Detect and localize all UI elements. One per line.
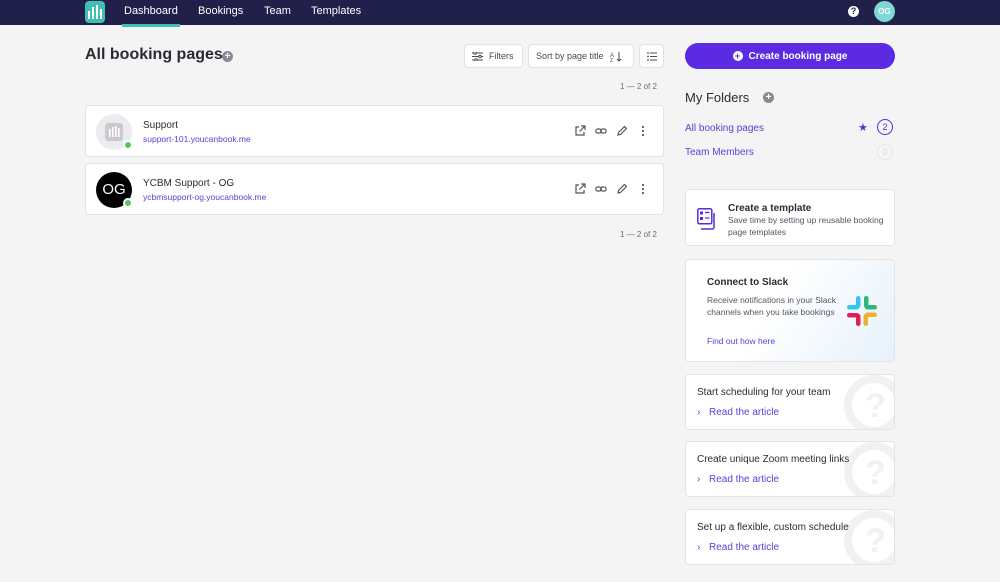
read-article-link[interactable]: › Read the article <box>697 474 779 485</box>
nav-dashboard[interactable]: Dashboard <box>122 5 180 27</box>
article-card[interactable]: ? Start scheduling for your team › Read t… <box>685 374 895 430</box>
slack-find-out-link[interactable]: Find out how here <box>707 336 775 346</box>
chevron-right-icon: › <box>697 474 701 485</box>
create-booking-page-label: Create booking page <box>748 50 848 62</box>
read-article-label: Read the article <box>709 474 780 485</box>
pagination-count-bottom: 1 — 2 of 2 <box>620 230 657 239</box>
svg-text:?: ? <box>865 522 886 560</box>
nav-team[interactable]: Team <box>264 5 291 17</box>
edit-pencil-icon[interactable] <box>616 182 628 194</box>
open-external-icon[interactable] <box>574 182 586 194</box>
status-online-indicator <box>123 140 133 150</box>
add-folder-icon[interactable]: + <box>763 92 774 103</box>
filters-label: Filters <box>489 51 514 61</box>
star-icon: ★ <box>858 122 868 134</box>
copy-link-icon[interactable] <box>595 124 607 136</box>
folder-count-badge: 2 <box>877 119 893 135</box>
user-avatar[interactable]: OG <box>874 1 895 22</box>
read-article-label: Read the article <box>709 407 780 418</box>
nav-templates[interactable]: Templates <box>311 5 361 17</box>
svg-text:Z: Z <box>610 58 613 62</box>
slack-card-description: Receive notifications in your Slack chan… <box>707 295 836 317</box>
edit-pencil-icon[interactable] <box>616 124 628 136</box>
booking-page-url[interactable]: ycbmsupport-og.youcanbook.me <box>143 192 266 202</box>
app-logo-icon[interactable] <box>85 1 105 23</box>
folder-count-badge: 0 <box>877 144 893 160</box>
folders-title: My Folders <box>685 90 750 105</box>
filter-icon <box>472 51 483 61</box>
add-booking-page-icon[interactable]: + <box>222 51 233 62</box>
template-card-description: Save time by setting up reusable booking… <box>728 215 884 237</box>
page-title: All booking pages <box>85 46 223 63</box>
read-article-label: Read the article <box>709 542 780 553</box>
more-options-icon[interactable] <box>637 182 649 195</box>
create-template-card[interactable]: Create a template Save time by setting u… <box>685 189 895 246</box>
question-watermark-icon: ? <box>844 442 894 496</box>
slack-logo-icon <box>847 296 877 326</box>
booking-page-card[interactable]: Support support-101.youcanbook.me <box>85 105 664 157</box>
question-watermark-icon: ? <box>844 375 894 429</box>
chevron-right-icon: › <box>697 407 701 418</box>
sort-button[interactable]: Sort by page title A Z <box>528 44 634 68</box>
help-icon[interactable]: ? <box>848 6 859 17</box>
template-card-title: Create a template <box>728 203 812 214</box>
nav-bookings[interactable]: Bookings <box>198 5 243 17</box>
article-card[interactable]: ? Create unique Zoom meeting links › Read… <box>685 441 895 497</box>
folder-team-members[interactable]: Team Members <box>685 147 754 158</box>
template-icon <box>697 208 715 230</box>
connect-slack-card: Connect to Slack Receive notifications i… <box>685 259 895 362</box>
article-title: Create unique Zoom meeting links <box>697 454 850 465</box>
chevron-right-icon: › <box>697 542 701 553</box>
article-title: Set up a flexible, custom schedule <box>697 522 849 533</box>
sort-label: Sort by page title <box>536 51 604 61</box>
top-navigation: Dashboard Bookings Team Templates ? OG <box>0 0 1000 27</box>
list-view-button[interactable] <box>639 44 664 68</box>
booking-page-name: Support <box>143 120 179 131</box>
read-article-link[interactable]: › Read the article <box>697 542 779 553</box>
sort-az-icon: A Z <box>610 51 621 62</box>
status-online-indicator <box>123 198 133 208</box>
copy-link-icon[interactable] <box>595 182 607 194</box>
booking-page-name: YCBM Support - OG <box>143 178 235 189</box>
filters-button[interactable]: Filters <box>464 44 523 68</box>
svg-text:?: ? <box>865 387 886 425</box>
article-card[interactable]: ? Set up a flexible, custom schedule › Re… <box>685 509 895 565</box>
booking-page-card[interactable]: OG YCBM Support - OG ycbmsupport-og.youc… <box>85 163 664 215</box>
question-watermark-icon: ? <box>844 510 894 564</box>
open-external-icon[interactable] <box>574 124 586 136</box>
read-article-link[interactable]: › Read the article <box>697 407 779 418</box>
booking-page-url[interactable]: support-101.youcanbook.me <box>143 134 251 144</box>
folder-all-booking-pages[interactable]: All booking pages <box>685 123 764 134</box>
article-title: Start scheduling for your team <box>697 387 831 398</box>
plus-icon: + <box>732 51 743 61</box>
slack-card-title: Connect to Slack <box>707 277 789 288</box>
list-icon <box>646 51 657 61</box>
pagination-count-top: 1 — 2 of 2 <box>620 82 657 91</box>
app-logo-icon <box>105 123 123 141</box>
svg-text:?: ? <box>865 454 886 492</box>
create-booking-page-button[interactable]: + Create booking page <box>685 43 895 69</box>
more-options-icon[interactable] <box>637 124 649 137</box>
